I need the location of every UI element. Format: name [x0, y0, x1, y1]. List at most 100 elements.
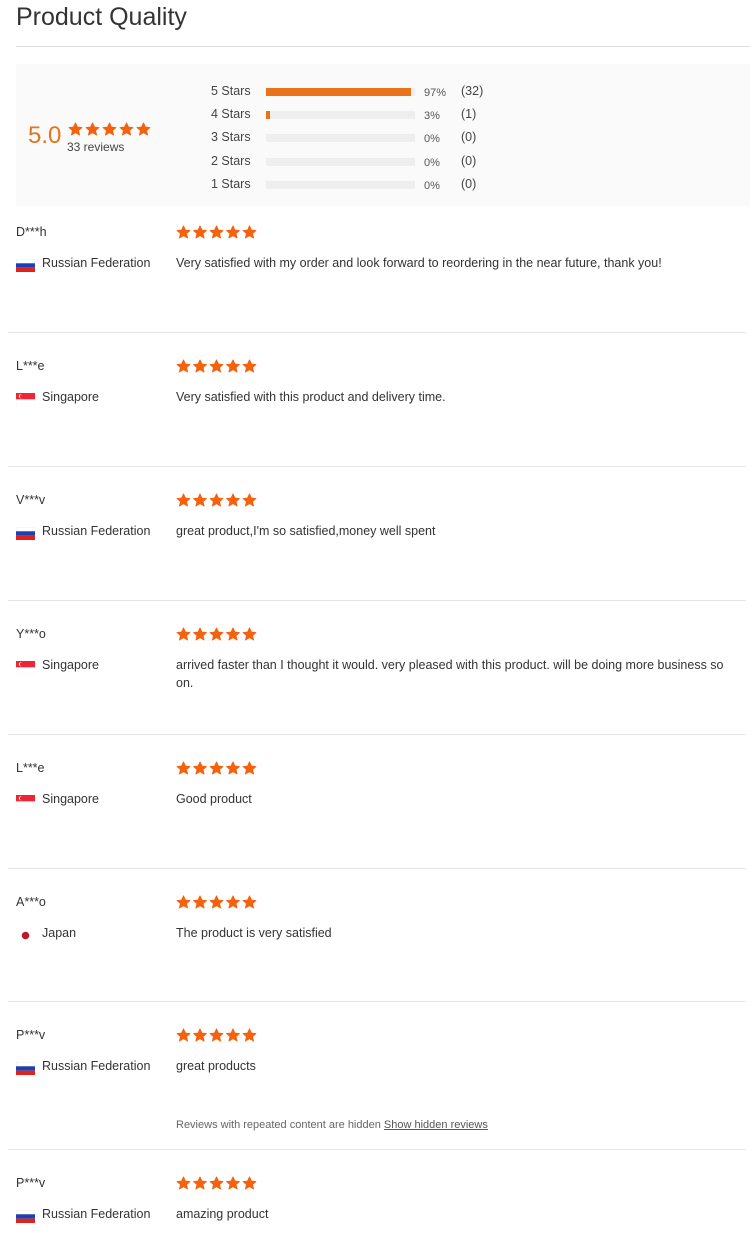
- review-text: amazing product: [176, 1207, 269, 1221]
- flag-singapore-icon: [15, 795, 36, 809]
- review-rating: [176, 225, 257, 240]
- distribution-bar: [266, 88, 415, 96]
- review-item: L***e Singapore Very satisfied with this…: [8, 342, 746, 467]
- distribution-bar: [266, 180, 415, 189]
- star-icon: [242, 761, 257, 775]
- hidden-reviews-text: Reviews with repeated content are hidden: [176, 1119, 381, 1131]
- star-icon: [226, 225, 240, 239]
- distribution-percent: 3%: [424, 110, 440, 123]
- star-icon: [85, 122, 100, 136]
- reviewer-country: Russian Federation: [42, 256, 151, 270]
- rating-summary: 5.0 33 reviews 5 Stars 97% (32) 4 Stars …: [16, 64, 750, 206]
- star-icon: [193, 895, 207, 909]
- star-icon: [242, 627, 257, 641]
- reviewer-name: L***e: [16, 761, 45, 775]
- distribution-percent: 0%: [424, 133, 440, 146]
- star-icon: [193, 493, 207, 507]
- star-icon: [176, 895, 191, 909]
- star-icon: [176, 359, 191, 373]
- reviewer-name: L***e: [16, 359, 45, 373]
- distribution-label: 5 Stars: [211, 84, 251, 98]
- average-rating: 5.0: [28, 122, 62, 149]
- star-icon: [242, 359, 257, 373]
- star-icon: [226, 761, 240, 775]
- star-icon: [176, 627, 191, 641]
- reviewer-country: Singapore: [42, 658, 99, 672]
- review-text: Very satisfied with this product and del…: [176, 390, 446, 404]
- review-item: A***o Japan The product is very satisfie…: [8, 878, 746, 1002]
- distribution-count: (32): [461, 84, 484, 98]
- distribution-bar-fill: [266, 88, 411, 96]
- distribution-percent: 0%: [424, 179, 440, 192]
- distribution-bar: [266, 134, 415, 143]
- star-icon: [226, 359, 240, 373]
- review-item: P***v Russian Federation amazing product: [8, 1159, 746, 1246]
- star-icon: [209, 359, 224, 373]
- star-icon: [193, 627, 207, 641]
- reviewer-country: Singapore: [42, 792, 99, 806]
- distribution-label: 2 Stars: [211, 153, 251, 168]
- review-rating: [176, 895, 257, 910]
- star-icon: [226, 895, 240, 909]
- reviewer-country: Japan: [42, 926, 77, 940]
- distribution-label: 4 Stars: [211, 107, 251, 122]
- reviewer-name: A***o: [16, 895, 46, 909]
- distribution-bar: [266, 111, 415, 120]
- review-item: D***h Russian Federation Very satisfied …: [8, 208, 746, 333]
- review-item: Y***o Singapore arrived faster than I th…: [8, 610, 746, 735]
- flag-japan-icon: [16, 929, 35, 942]
- distribution-row-2[interactable]: 2 Stars 0% (0): [211, 152, 531, 175]
- reviewer-country: Russian Federation: [42, 524, 151, 538]
- review-rating: [176, 627, 257, 642]
- page-title: Product Quality: [16, 3, 187, 31]
- reviewer-name: D***h: [16, 225, 47, 239]
- distribution-row-3[interactable]: 3 Stars 0% (0): [211, 128, 531, 151]
- review-text: Very satisfied with my order and look fo…: [176, 256, 662, 270]
- star-icon: [119, 122, 134, 136]
- star-icon: [176, 225, 191, 239]
- star-icon: [68, 122, 83, 136]
- review-rating: [176, 1176, 257, 1191]
- distribution-count: (0): [461, 130, 477, 145]
- show-hidden-reviews-link[interactable]: Show hidden reviews: [384, 1119, 488, 1131]
- star-icon: [242, 1028, 257, 1042]
- review-rating: [176, 493, 257, 508]
- flag-singapore-icon: [15, 393, 36, 407]
- distribution-bar-fill: [266, 111, 271, 120]
- review-count: 33 reviews: [67, 140, 125, 154]
- review-item: V***v Russian Federation great product,I…: [8, 476, 746, 601]
- review-rating: [176, 761, 257, 776]
- star-icon: [209, 895, 224, 909]
- reviewer-name: Y***o: [16, 627, 46, 641]
- flag-russia-icon: [15, 1061, 36, 1075]
- title-divider: [16, 46, 750, 47]
- star-icon: [176, 1028, 191, 1042]
- star-icon: [176, 761, 191, 775]
- reviewer-country: Singapore: [42, 390, 99, 404]
- distribution-row-1[interactable]: 1 Stars 0% (0): [211, 175, 531, 198]
- review-text: great products: [176, 1059, 256, 1073]
- star-icon: [193, 1176, 207, 1190]
- star-icon: [176, 1176, 191, 1190]
- flag-russia-icon: [15, 1209, 36, 1223]
- review-text: great product,I'm so satisfied,money wel…: [176, 524, 436, 538]
- distribution-row-4[interactable]: 4 Stars 3% (1): [211, 105, 531, 128]
- average-stars: [68, 122, 151, 137]
- star-icon: [193, 359, 207, 373]
- star-icon: [176, 493, 191, 507]
- star-icon: [226, 493, 240, 507]
- reviewer-country: Russian Federation: [42, 1059, 151, 1073]
- distribution-row-5[interactable]: 5 Stars 97% (32): [211, 82, 531, 105]
- star-icon: [242, 1176, 257, 1190]
- distribution-count: (0): [461, 176, 477, 191]
- rating-distribution: 5 Stars 97% (32) 4 Stars 3% (1) 3 Stars …: [211, 82, 531, 198]
- star-icon: [193, 761, 207, 775]
- star-icon: [193, 225, 207, 239]
- reviewer-name: P***v: [16, 1028, 46, 1042]
- star-icon: [209, 627, 224, 641]
- flag-singapore-icon: [15, 661, 36, 675]
- distribution-label: 3 Stars: [211, 130, 251, 145]
- star-icon: [193, 1028, 207, 1042]
- review-item: L***e Singapore Good product: [8, 744, 746, 869]
- star-icon: [209, 225, 224, 239]
